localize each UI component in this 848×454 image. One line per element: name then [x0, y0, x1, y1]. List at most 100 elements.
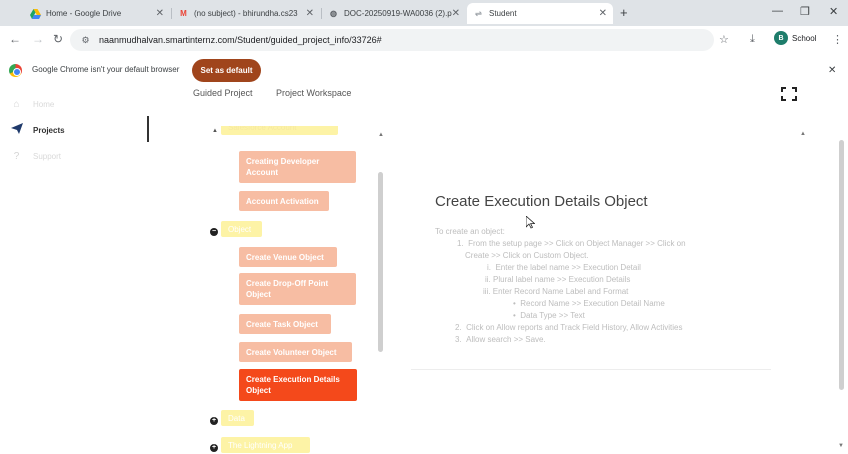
browser-tab-strip: Home - Google Drive ✕ M (no subject) - b…	[0, 0, 848, 26]
sub-step-1: i. Enter the label name >> Execution Det…	[487, 262, 641, 274]
sidebar: ⌂ Home Projects ? Support	[0, 84, 150, 454]
sidebar-item-support[interactable]: ? Support	[0, 145, 150, 167]
close-icon[interactable]: ✕	[156, 8, 164, 19]
home-icon: ⌂	[13, 98, 20, 110]
profile-label: School	[792, 33, 817, 43]
back-arrow-icon[interactable]: ←	[9, 32, 21, 46]
step-1-line-2: Create >> Click on Custom Object.	[465, 251, 589, 260]
content-divider	[411, 369, 771, 370]
close-icon[interactable]: ✕	[452, 8, 460, 19]
tree-item-volunteer-object[interactable]: Create Volunteer Object	[239, 342, 352, 362]
tab-student[interactable]: ⇌ Student ✕	[467, 3, 613, 24]
address-bar[interactable]: ⚙ naanmudhalvan.smartinternz.com/Student…	[70, 29, 714, 51]
tab-title: Home - Google Drive	[46, 9, 122, 18]
list-number: 1.	[457, 239, 469, 248]
tab-title: Student	[489, 9, 517, 18]
active-indicator	[147, 116, 149, 142]
list-number: 3.	[455, 335, 467, 344]
sidebar-item-label: Home	[33, 99, 55, 109]
sub-step-text: Plural label name >> Execution Details	[493, 275, 631, 284]
sub-step-3: iii. Enter Record Name Label and Format	[483, 286, 628, 298]
project-workspace-link[interactable]: Project Workspace	[276, 88, 351, 98]
new-tab-button[interactable]: +	[620, 5, 628, 20]
step-1-text: From the setup page >> Click on Object M…	[468, 239, 686, 248]
scroll-up-icon[interactable]: ▲	[800, 131, 806, 137]
tree-section-lightning-app[interactable]: The Lightning App	[221, 437, 310, 453]
chrome-logo-icon	[9, 64, 22, 77]
tree-item-execution-details-object[interactable]: Create Execution Details Object	[239, 369, 357, 401]
sidebar-item-projects[interactable]: Projects	[0, 119, 150, 141]
content-scrollbar[interactable]	[839, 140, 844, 390]
step-2-text: Click on Allow reports and Track Field H…	[466, 323, 683, 332]
gmail-icon: M	[180, 9, 187, 18]
tree-section-object[interactable]: Object	[221, 221, 262, 237]
tree-section-data[interactable]: Data	[221, 410, 254, 426]
sidebar-item-home[interactable]: ⌂ Home	[0, 93, 150, 115]
close-icon[interactable]: ✕	[306, 8, 314, 19]
step-2: 2. Click on Allow reports and Track Fiel…	[455, 322, 683, 334]
question-icon: ?	[13, 150, 20, 162]
scroll-down-icon[interactable]: ▼	[838, 443, 844, 449]
google-drive-icon	[30, 8, 41, 19]
tree-item-task-object[interactable]: Create Task Object	[239, 314, 331, 334]
scroll-up-icon[interactable]: ▲	[378, 132, 384, 138]
menu-kebab-icon[interactable]: ⋮	[832, 33, 843, 46]
paper-plane-icon	[10, 123, 23, 137]
sub-step-2: ii. Plural label name >> Execution Detai…	[485, 274, 630, 286]
reload-icon[interactable]: ↻	[53, 32, 63, 46]
tab-document[interactable]: ◍ DOC-20250919-WA0036 (2).p ✕	[322, 3, 466, 24]
sidebar-item-label: Projects	[33, 125, 65, 135]
bookmark-star-icon[interactable]: ☆	[719, 33, 729, 46]
restore-icon[interactable]: ❐	[800, 5, 810, 18]
download-icon[interactable]: ⤓	[750, 33, 755, 46]
sidebar-item-label: Support	[33, 151, 62, 161]
project-tree: ▲ Salesforce Account Creating Developer …	[195, 126, 385, 454]
sub-sub-step-text: Record Name >> Execution Detail Name	[520, 299, 665, 308]
tab-title: (no subject) - bhirundha.cs23	[194, 9, 298, 18]
step-3-text: Allow search >> Save.	[466, 335, 546, 344]
site-info-icon[interactable]: ⚙	[80, 35, 91, 46]
tree-item-account-activation[interactable]: Account Activation	[239, 191, 329, 211]
collapse-icon[interactable]: −	[210, 228, 218, 236]
browser-toolbar: ← → ↻ ⚙ naanmudhalvan.smartinternz.com/S…	[0, 26, 848, 54]
close-icon[interactable]: ✕	[828, 65, 836, 76]
step-1-line-1: 1. From the setup page >> Click on Objec…	[457, 238, 686, 250]
close-icon[interactable]: ✕	[599, 8, 607, 19]
expand-icon[interactable]: +	[210, 417, 218, 425]
avatar: B	[774, 31, 788, 45]
profile-button[interactable]: B School	[774, 31, 816, 45]
tree-item-venue-object[interactable]: Create Venue Object	[239, 247, 337, 267]
tab-title: DOC-20250919-WA0036 (2).p	[344, 9, 452, 18]
sub-sub-step-1: • Record Name >> Execution Detail Name	[513, 298, 665, 310]
sub-sub-step-2: • Data Type >> Text	[513, 310, 585, 322]
default-browser-infobar: Google Chrome isn't your default browser…	[0, 56, 848, 84]
infobar-message: Google Chrome isn't your default browser	[32, 65, 180, 74]
guided-project-link[interactable]: Guided Project	[193, 88, 253, 98]
list-number: iii.	[483, 287, 493, 296]
tree-item-drop-off-point-object[interactable]: Create Drop-Off Point Object	[239, 273, 356, 305]
set-as-default-button[interactable]: Set as default	[192, 59, 261, 82]
url-text: naanmudhalvan.smartinternz.com/Student/g…	[99, 35, 382, 45]
tree-scrollbar[interactable]	[378, 172, 383, 352]
globe-icon: ◍	[330, 9, 337, 18]
close-window-icon[interactable]: ✕	[829, 5, 838, 18]
student-icon: ⇌	[475, 9, 482, 18]
fullscreen-icon[interactable]	[781, 87, 797, 101]
step-3: 3. Allow search >> Save.	[455, 334, 546, 346]
minimize-icon[interactable]: —	[772, 5, 783, 17]
forward-arrow-icon[interactable]: →	[32, 32, 44, 46]
sub-step-text: Enter the label name >> Execution Detail	[495, 263, 641, 272]
sub-step-text: Enter Record Name Label and Format	[492, 287, 629, 296]
tree-item-creating-developer-account[interactable]: Creating Developer Account	[239, 151, 356, 183]
intro-text: To create an object:	[435, 227, 505, 236]
content-title: Create Execution Details Object	[435, 193, 648, 210]
tab-google-drive[interactable]: Home - Google Drive ✕	[24, 3, 170, 24]
sub-sub-step-text: Data Type >> Text	[520, 311, 585, 320]
caret-up-icon[interactable]: ▲	[212, 128, 218, 134]
list-number: ii.	[485, 275, 493, 284]
tab-gmail[interactable]: M (no subject) - bhirundha.cs23 ✕	[172, 3, 320, 24]
mouse-cursor-icon	[525, 215, 536, 232]
tree-section-account[interactable]: Salesforce Account	[221, 126, 338, 135]
list-number: 2.	[455, 323, 467, 332]
expand-icon[interactable]: +	[210, 444, 218, 452]
